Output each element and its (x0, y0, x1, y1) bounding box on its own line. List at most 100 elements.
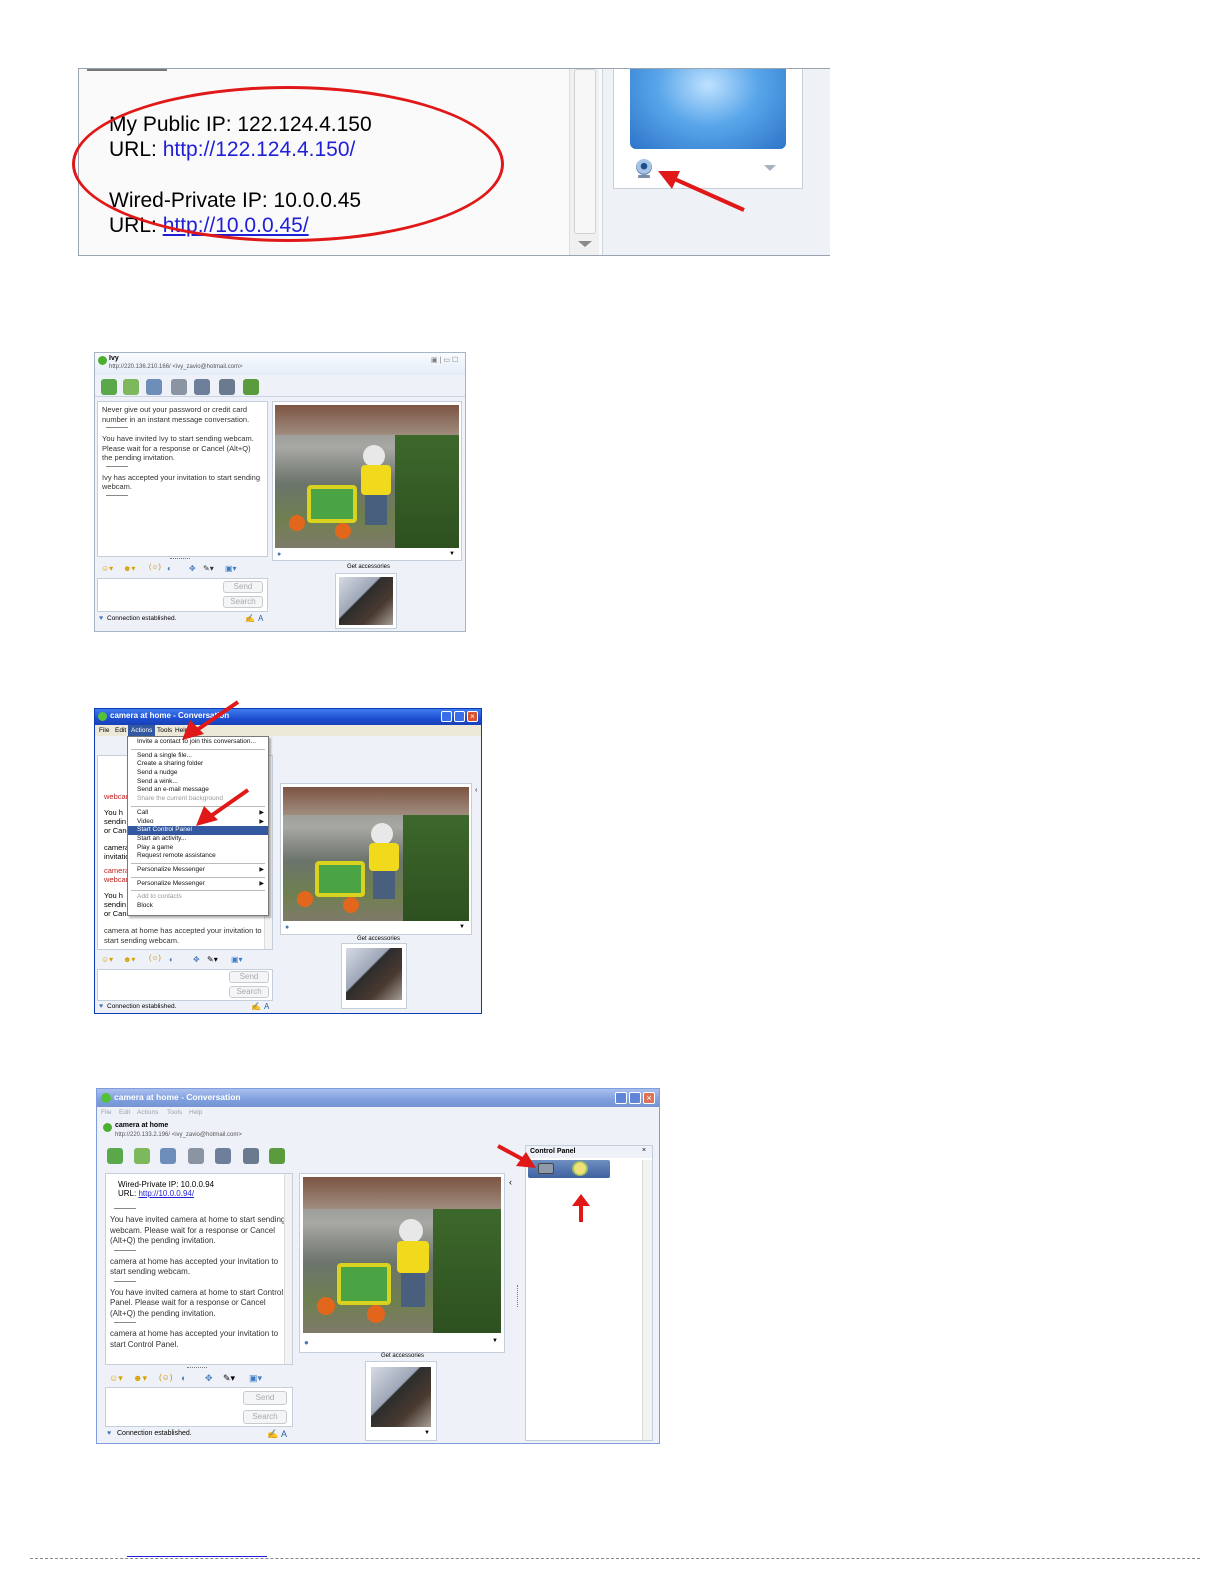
font-icon[interactable]: ✥ (189, 564, 196, 573)
menu-item-personalize[interactable]: Personalize Messenger ▶ (128, 880, 268, 889)
menu-item-start-activity[interactable]: Start an activity... (128, 835, 268, 844)
send-button[interactable]: Send (243, 1391, 287, 1405)
menu-tools[interactable]: Tools (157, 727, 172, 734)
nudge-icon[interactable]: (☺) (159, 1373, 173, 1382)
webcam-icon[interactable]: ● (285, 924, 289, 931)
activities-icon[interactable] (219, 379, 235, 395)
chevron-down-icon[interactable]: ▼ (424, 1430, 430, 1436)
handwriting-icon[interactable]: ✎▾ (223, 1373, 235, 1384)
wink-icon[interactable]: ☻▾ (123, 955, 135, 964)
wink-icon[interactable]: ☻▾ (133, 1373, 147, 1384)
font-toggle-icon[interactable]: A (264, 1002, 269, 1011)
webcam-icon[interactable]: ● (304, 1338, 309, 1347)
menu-tools[interactable]: Tools (167, 1109, 182, 1116)
scrollbar[interactable] (569, 69, 599, 255)
voice-clip-icon[interactable]: ◐ (181, 1373, 186, 1383)
scrollbar-thumb[interactable] (574, 69, 596, 234)
window-controls-icon[interactable]: ▣ | ▭ ☐ (431, 356, 458, 364)
block-icon[interactable] (269, 1148, 285, 1164)
menu-file[interactable]: File (99, 727, 109, 734)
scroll-down-icon[interactable] (578, 241, 592, 247)
maximize-button[interactable] (629, 1092, 641, 1104)
send-button[interactable]: Send (229, 971, 269, 983)
search-button[interactable]: Search (243, 1410, 287, 1424)
menu-item-personalize[interactable]: Personalize Messenger ▶ (128, 866, 268, 875)
minimize-button[interactable] (615, 1092, 627, 1104)
camera-icon[interactable] (538, 1163, 554, 1174)
close-button[interactable]: × (467, 711, 478, 722)
menu-edit[interactable]: Edit (115, 727, 126, 734)
menu-item-send-file[interactable]: Send a single file... (128, 752, 268, 761)
webcam-toolbar-icon[interactable] (160, 1148, 176, 1164)
handwrite-toggle-icon[interactable]: ✍ (267, 1429, 278, 1440)
maximize-button[interactable] (454, 711, 465, 722)
handwrite-toggle-icon[interactable]: ✍ (245, 614, 255, 623)
search-button[interactable]: Search (223, 596, 263, 608)
nudge-icon[interactable]: (☺) (149, 955, 161, 962)
collapse-icon[interactable]: ‹ (475, 787, 477, 794)
emoticon-icon[interactable]: ☺▾ (109, 1373, 123, 1384)
font-icon[interactable]: ✥ (193, 955, 200, 964)
menu-item-block[interactable]: Block (128, 902, 268, 911)
block-icon[interactable] (243, 379, 259, 395)
settings-brush-icon[interactable] (572, 1161, 588, 1176)
splitter-dots[interactable] (517, 1285, 519, 1307)
invite-icon[interactable] (101, 379, 117, 395)
display-picture[interactable] (341, 943, 407, 1009)
get-accessories-link[interactable]: Get accessories (347, 564, 390, 570)
menu-item-sharing-folder[interactable]: Create a sharing folder (128, 760, 268, 769)
display-picture[interactable]: ▼ (365, 1361, 437, 1441)
minimize-button[interactable] (441, 711, 452, 722)
font-toggle-icon[interactable]: A (281, 1429, 287, 1439)
close-icon[interactable]: × (642, 1147, 646, 1154)
webcam-icon[interactable]: ● (277, 551, 281, 558)
splitter-handle[interactable] (187, 1367, 207, 1369)
send-button[interactable]: Send (223, 581, 263, 593)
scrollbar[interactable] (284, 1174, 292, 1364)
call-icon[interactable] (188, 1148, 204, 1164)
activities-icon[interactable] (243, 1148, 259, 1164)
nudge-icon[interactable]: (☺) (149, 564, 161, 571)
sharing-icon[interactable] (194, 379, 210, 395)
scrollbar[interactable] (642, 1160, 652, 1440)
menu-help[interactable]: Help (189, 1109, 202, 1116)
background-icon[interactable]: ▣▾ (231, 955, 243, 964)
wink-icon[interactable]: ☻▾ (123, 564, 135, 573)
voice-clip-icon[interactable]: ◐ (167, 564, 172, 573)
menu-item-remote-assistance[interactable]: Request remote assistance (128, 852, 268, 861)
chevron-down-icon[interactable]: ▼ (492, 1338, 498, 1344)
emoticon-icon[interactable]: ☺▾ (101, 955, 113, 964)
get-accessories-link[interactable]: Get accessories (357, 936, 400, 942)
menu-item-play-game[interactable]: Play a game (128, 844, 268, 853)
menu-actions[interactable]: Actions (128, 725, 156, 736)
handwriting-icon[interactable]: ✎▾ (207, 955, 218, 964)
chevron-down-icon[interactable]: ▼ (449, 551, 455, 557)
chevron-down-icon[interactable]: ▼ (459, 924, 465, 930)
chevron-down-icon[interactable] (764, 165, 776, 171)
background-icon[interactable]: ▣▾ (249, 1373, 262, 1384)
search-button[interactable]: Search (229, 986, 269, 998)
display-picture[interactable] (335, 573, 397, 629)
menu-item-nudge[interactable]: Send a nudge (128, 769, 268, 778)
menu-edit[interactable]: Edit (119, 1109, 130, 1116)
menu-actions[interactable]: Actions (137, 1109, 158, 1116)
close-button[interactable]: × (643, 1092, 655, 1104)
font-toggle-icon[interactable]: A (258, 614, 263, 623)
background-icon[interactable]: ▣▾ (225, 564, 237, 573)
menu-file[interactable]: File (101, 1109, 111, 1116)
send-file-icon[interactable] (134, 1148, 150, 1164)
sharing-icon[interactable] (215, 1148, 231, 1164)
get-accessories-link[interactable]: Get accessories (381, 1353, 424, 1359)
handwriting-icon[interactable]: ✎▾ (203, 564, 214, 573)
handwrite-toggle-icon[interactable]: ✍ (251, 1002, 261, 1011)
splitter-handle[interactable] (170, 558, 190, 560)
call-icon[interactable] (171, 379, 187, 395)
emoticon-icon[interactable]: ☺▾ (101, 564, 113, 573)
send-file-icon[interactable] (123, 379, 139, 395)
collapse-icon[interactable]: ‹ (509, 1177, 512, 1187)
private-url-link[interactable]: http://10.0.0.94/ (138, 1189, 194, 1198)
voice-clip-icon[interactable]: ◐ (169, 955, 174, 964)
invite-icon[interactable] (107, 1148, 123, 1164)
font-icon[interactable]: ✥ (205, 1373, 213, 1384)
webcam-toolbar-icon[interactable] (146, 379, 162, 395)
